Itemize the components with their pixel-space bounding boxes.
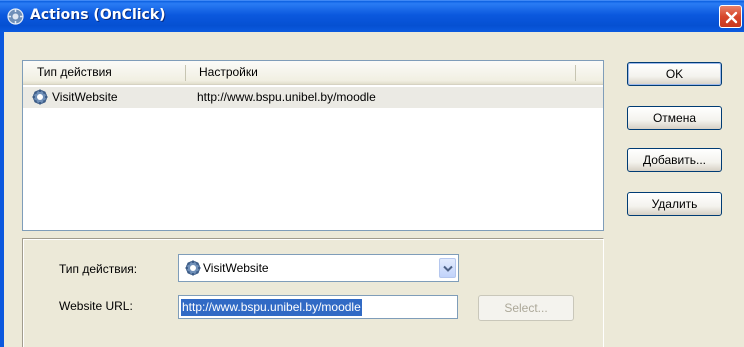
ok-button[interactable]: OK: [627, 62, 722, 86]
title-bar[interactable]: Actions (OnClick): [0, 0, 744, 32]
gear-icon: [32, 89, 48, 105]
gear-icon: [185, 260, 201, 276]
column-header-settings[interactable]: Настройки: [199, 65, 258, 79]
row-type: VisitWebsite: [52, 90, 118, 104]
dropdown-button[interactable]: [439, 258, 456, 278]
window-title: Actions (OnClick): [30, 7, 166, 23]
row-settings: http://www.bspu.unibel.by/moodle: [197, 90, 376, 104]
delete-button[interactable]: Удалить: [627, 192, 722, 216]
action-type-label: Тип действия:: [59, 262, 138, 276]
close-button[interactable]: [719, 5, 742, 28]
column-header-type[interactable]: Тип действия: [37, 65, 112, 79]
url-value: http://www.bspu.unibel.by/moodle: [181, 299, 362, 316]
cancel-button[interactable]: Отмена: [627, 106, 722, 130]
close-icon: [725, 11, 738, 24]
window-frame-left: [0, 32, 4, 347]
action-type-value: VisitWebsite: [203, 261, 269, 275]
gear-globe-icon: [7, 8, 24, 25]
website-url-input[interactable]: http://www.bspu.unibel.by/moodle: [178, 295, 458, 319]
list-item[interactable]: VisitWebsite http://www.bspu.unibel.by/m…: [23, 87, 603, 108]
column-separator[interactable]: [185, 65, 186, 81]
chevron-down-icon: [443, 265, 453, 272]
action-type-select[interactable]: VisitWebsite: [178, 254, 459, 282]
list-header: Тип действия Настройки: [23, 61, 603, 85]
select-button[interactable]: Select...: [478, 295, 574, 321]
actions-list[interactable]: Тип действия Настройки VisitWebsite http…: [22, 60, 604, 231]
column-separator[interactable]: [575, 65, 576, 81]
add-button[interactable]: Добавить...: [627, 148, 722, 172]
url-label: Website URL:: [59, 299, 133, 313]
